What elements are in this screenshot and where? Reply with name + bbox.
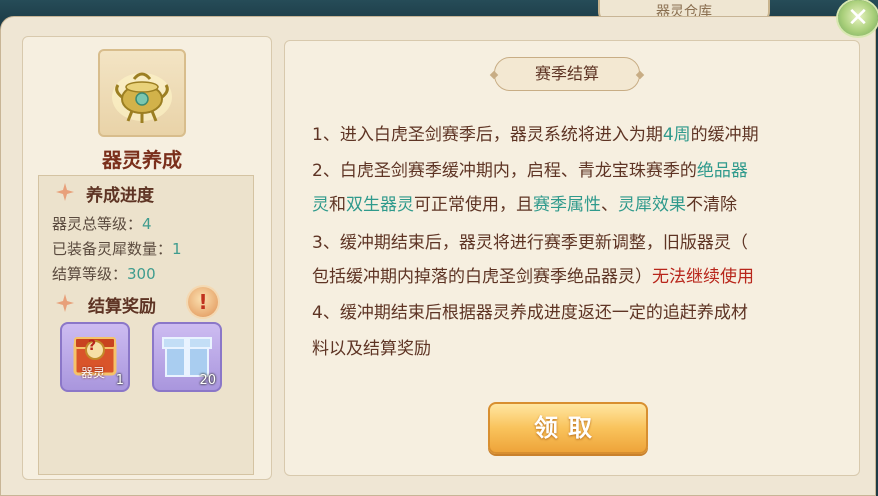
- rule-highlight: 赛季属性: [533, 195, 601, 215]
- progress-heading: 养成进度: [86, 186, 154, 206]
- rule-2-line-1: 2、白虎圣剑赛季缓冲期内，启程、青龙宝珠赛季的绝品器: [312, 157, 852, 185]
- rule-text: 和: [329, 195, 346, 215]
- rule-text: 包括缓冲期内掉落的白虎圣剑赛季绝品器灵）: [312, 267, 652, 287]
- reward-count: 20: [199, 373, 216, 388]
- stat-label: 已装备灵犀数量：: [52, 240, 173, 258]
- season-settlement-title: 赛季结算: [494, 57, 640, 91]
- rule-highlight: 4周: [662, 125, 691, 145]
- rule-text: 、: [601, 195, 618, 215]
- rule-text: 的缓冲期: [690, 125, 759, 145]
- stat-equipped-count: 已装备灵犀数量：1: [52, 238, 182, 259]
- rewards-heading: 结算奖励: [88, 297, 156, 317]
- stat-total-level: 器灵总等级：4: [52, 213, 152, 234]
- rule-1: 1、进入白虎圣剑赛季后，器灵系统将进入为期4周的缓冲期: [312, 121, 852, 149]
- rule-text: 不清除: [686, 195, 737, 215]
- rule-3-line-1: 3、缓冲期结束后，器灵将进行赛季更新调整，旧版器灵（: [312, 229, 852, 257]
- rule-text: 2、白虎圣剑赛季缓冲期内，启程、青龙宝珠赛季的: [312, 161, 697, 181]
- close-button[interactable]: ✕: [838, 0, 878, 36]
- rule-highlight: 灵: [312, 195, 329, 215]
- rule-text: 料以及结算奖励: [312, 339, 431, 359]
- rule-highlight: 绝品器: [696, 161, 748, 181]
- reward-mystery-chest[interactable]: ? 器灵 1: [60, 322, 130, 392]
- spirit-growth-title: 器灵养成: [102, 148, 182, 172]
- rule-2-line-2: 灵和双生器灵可正常使用，且赛季属性、灵犀效果不清除: [312, 191, 852, 219]
- rule-4-line-2: 料以及结算奖励: [312, 335, 852, 363]
- reward-tag: 器灵: [81, 366, 106, 380]
- rule-text: 4、缓冲期结束后根据器灵养成进度返还一定的追赶养成材: [312, 303, 748, 323]
- stat-value: 4: [142, 215, 152, 233]
- rule-warning: 无法继续使用: [652, 267, 754, 287]
- rule-text: 3、缓冲期结束后，器灵将进行赛季更新调整，旧版器灵（: [312, 233, 748, 253]
- rule-text: 可正常使用，且: [414, 195, 533, 215]
- reward-badge: ?: [88, 338, 97, 354]
- sparkle-icon: [56, 183, 74, 201]
- claim-button[interactable]: 领取: [488, 402, 648, 454]
- stat-value: 300: [127, 265, 156, 283]
- reward-count: 1: [115, 373, 124, 388]
- rule-4-line-1: 4、缓冲期结束后根据器灵养成进度返还一定的追赶养成材: [312, 299, 852, 327]
- sparkle-icon: [56, 294, 74, 312]
- stat-value: 1: [172, 240, 182, 258]
- stat-label: 器灵总等级：: [52, 215, 143, 233]
- stat-label: 结算等级：: [52, 265, 128, 283]
- rule-highlight: 灵犀效果: [618, 195, 686, 215]
- stat-settlement-level: 结算等级：300: [52, 263, 156, 284]
- rule-highlight: 双生器灵: [346, 195, 414, 215]
- rule-text: 1、进入白虎圣剑赛季后，器灵系统将进入为期: [312, 125, 663, 145]
- spirit-vessel-icon: [98, 49, 186, 137]
- warning-info-icon[interactable]: !: [188, 287, 218, 317]
- reward-gift-box[interactable]: 20: [152, 322, 222, 392]
- rule-3-line-2: 包括缓冲期内掉落的白虎圣剑赛季绝品器灵）无法继续使用: [312, 263, 852, 291]
